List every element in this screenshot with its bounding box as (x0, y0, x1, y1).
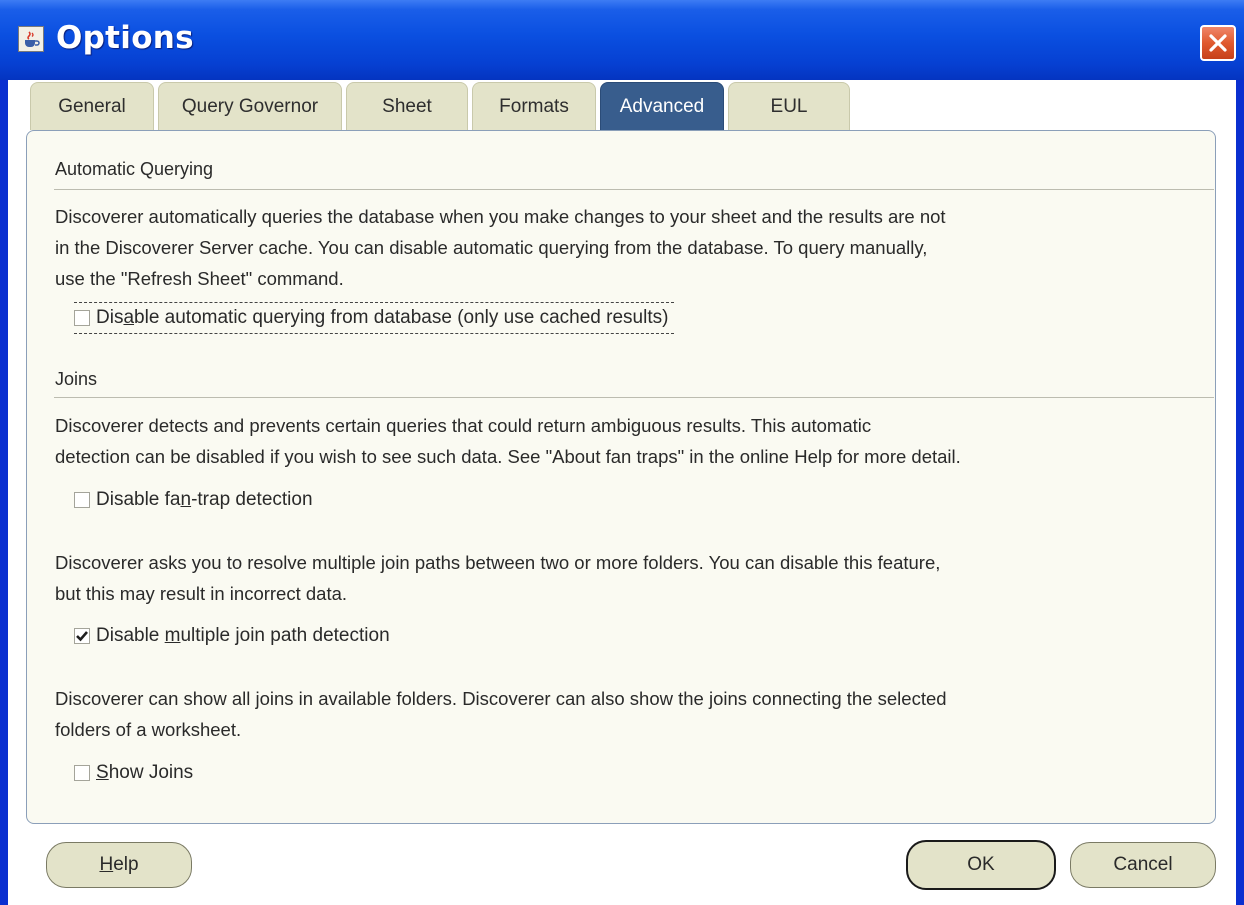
tab-label: Query Governor (181, 95, 319, 117)
tab-label: Sheet (382, 95, 432, 117)
tab-sheet[interactable]: Sheet (346, 82, 468, 130)
joins-heading: Joins (55, 369, 98, 389)
automatic-querying-heading: Automatic Querying (55, 159, 214, 179)
checkbox-label: Disable multiple join path detection (96, 625, 390, 646)
checkbox-box[interactable] (74, 310, 90, 326)
checkbox-box[interactable] (74, 492, 90, 508)
section-divider (54, 189, 1214, 190)
tab-advanced[interactable]: Advanced (600, 82, 724, 130)
show-joins-description: Discoverer can show all joins in availab… (55, 683, 1205, 745)
checkbox-box[interactable] (74, 765, 90, 781)
tab-label: Advanced (619, 95, 705, 117)
help-button[interactable]: Help (46, 842, 192, 888)
window-title: Options (56, 20, 194, 56)
checkbox-label: Show Joins (96, 762, 194, 783)
checkmark-icon (76, 631, 88, 642)
tab-general[interactable]: General (30, 82, 154, 130)
tab-label: Formats (499, 95, 569, 117)
description-line: Discoverer automatically queries the dat… (55, 206, 946, 227)
checkbox-label: Disable automatic querying from database… (96, 307, 669, 328)
description-line: use the "Refresh Sheet" command. (55, 268, 344, 289)
disable-multiple-join-checkbox[interactable]: Disable multiple join path detection (74, 621, 390, 651)
button-label: OK (967, 854, 995, 875)
disable-automatic-querying-checkbox[interactable]: Disable automatic querying from database… (74, 302, 675, 334)
cancel-button[interactable]: Cancel (1070, 842, 1216, 888)
ok-button[interactable]: OK (906, 840, 1056, 890)
tab-eul[interactable]: EUL (728, 82, 850, 130)
description-line: in the Discoverer Server cache. You can … (55, 237, 928, 258)
checkbox-box[interactable] (74, 628, 90, 644)
tab-label: General (58, 95, 126, 117)
automatic-querying-description: Discoverer automatically queries the dat… (55, 201, 1205, 294)
java-cup-icon (18, 26, 44, 52)
button-label: Cancel (1113, 854, 1173, 875)
section-divider (54, 397, 1214, 398)
tab-label: EUL (770, 95, 808, 117)
title-bar[interactable]: Options (0, 0, 1244, 80)
description-line: but this may result in incorrect data. (55, 583, 348, 604)
description-line: Discoverer can show all joins in availab… (55, 688, 947, 709)
description-line: detection can be disabled if you wish to… (55, 446, 961, 467)
close-icon (1209, 34, 1227, 52)
description-line: Discoverer detects and prevents certain … (55, 415, 872, 436)
button-label: Help (99, 854, 139, 875)
show-joins-checkbox[interactable]: Show Joins (74, 758, 193, 788)
tab-query-governor[interactable]: Query Governor (158, 82, 342, 130)
checkbox-label: Disable fan-trap detection (96, 489, 313, 510)
description-line: Discoverer asks you to resolve multiple … (55, 552, 941, 573)
disable-fan-trap-checkbox[interactable]: Disable fan-trap detection (74, 485, 313, 515)
close-button[interactable] (1200, 25, 1236, 61)
options-dialog: Options General Query Governor Sheet For… (0, 0, 1244, 905)
fan-trap-description: Discoverer detects and prevents certain … (55, 410, 1205, 472)
description-line: folders of a worksheet. (55, 719, 242, 740)
tab-formats[interactable]: Formats (472, 82, 596, 130)
multiple-join-description: Discoverer asks you to resolve multiple … (55, 547, 1205, 609)
dialog-client-area: General Query Governor Sheet Formats Adv… (8, 80, 1236, 905)
